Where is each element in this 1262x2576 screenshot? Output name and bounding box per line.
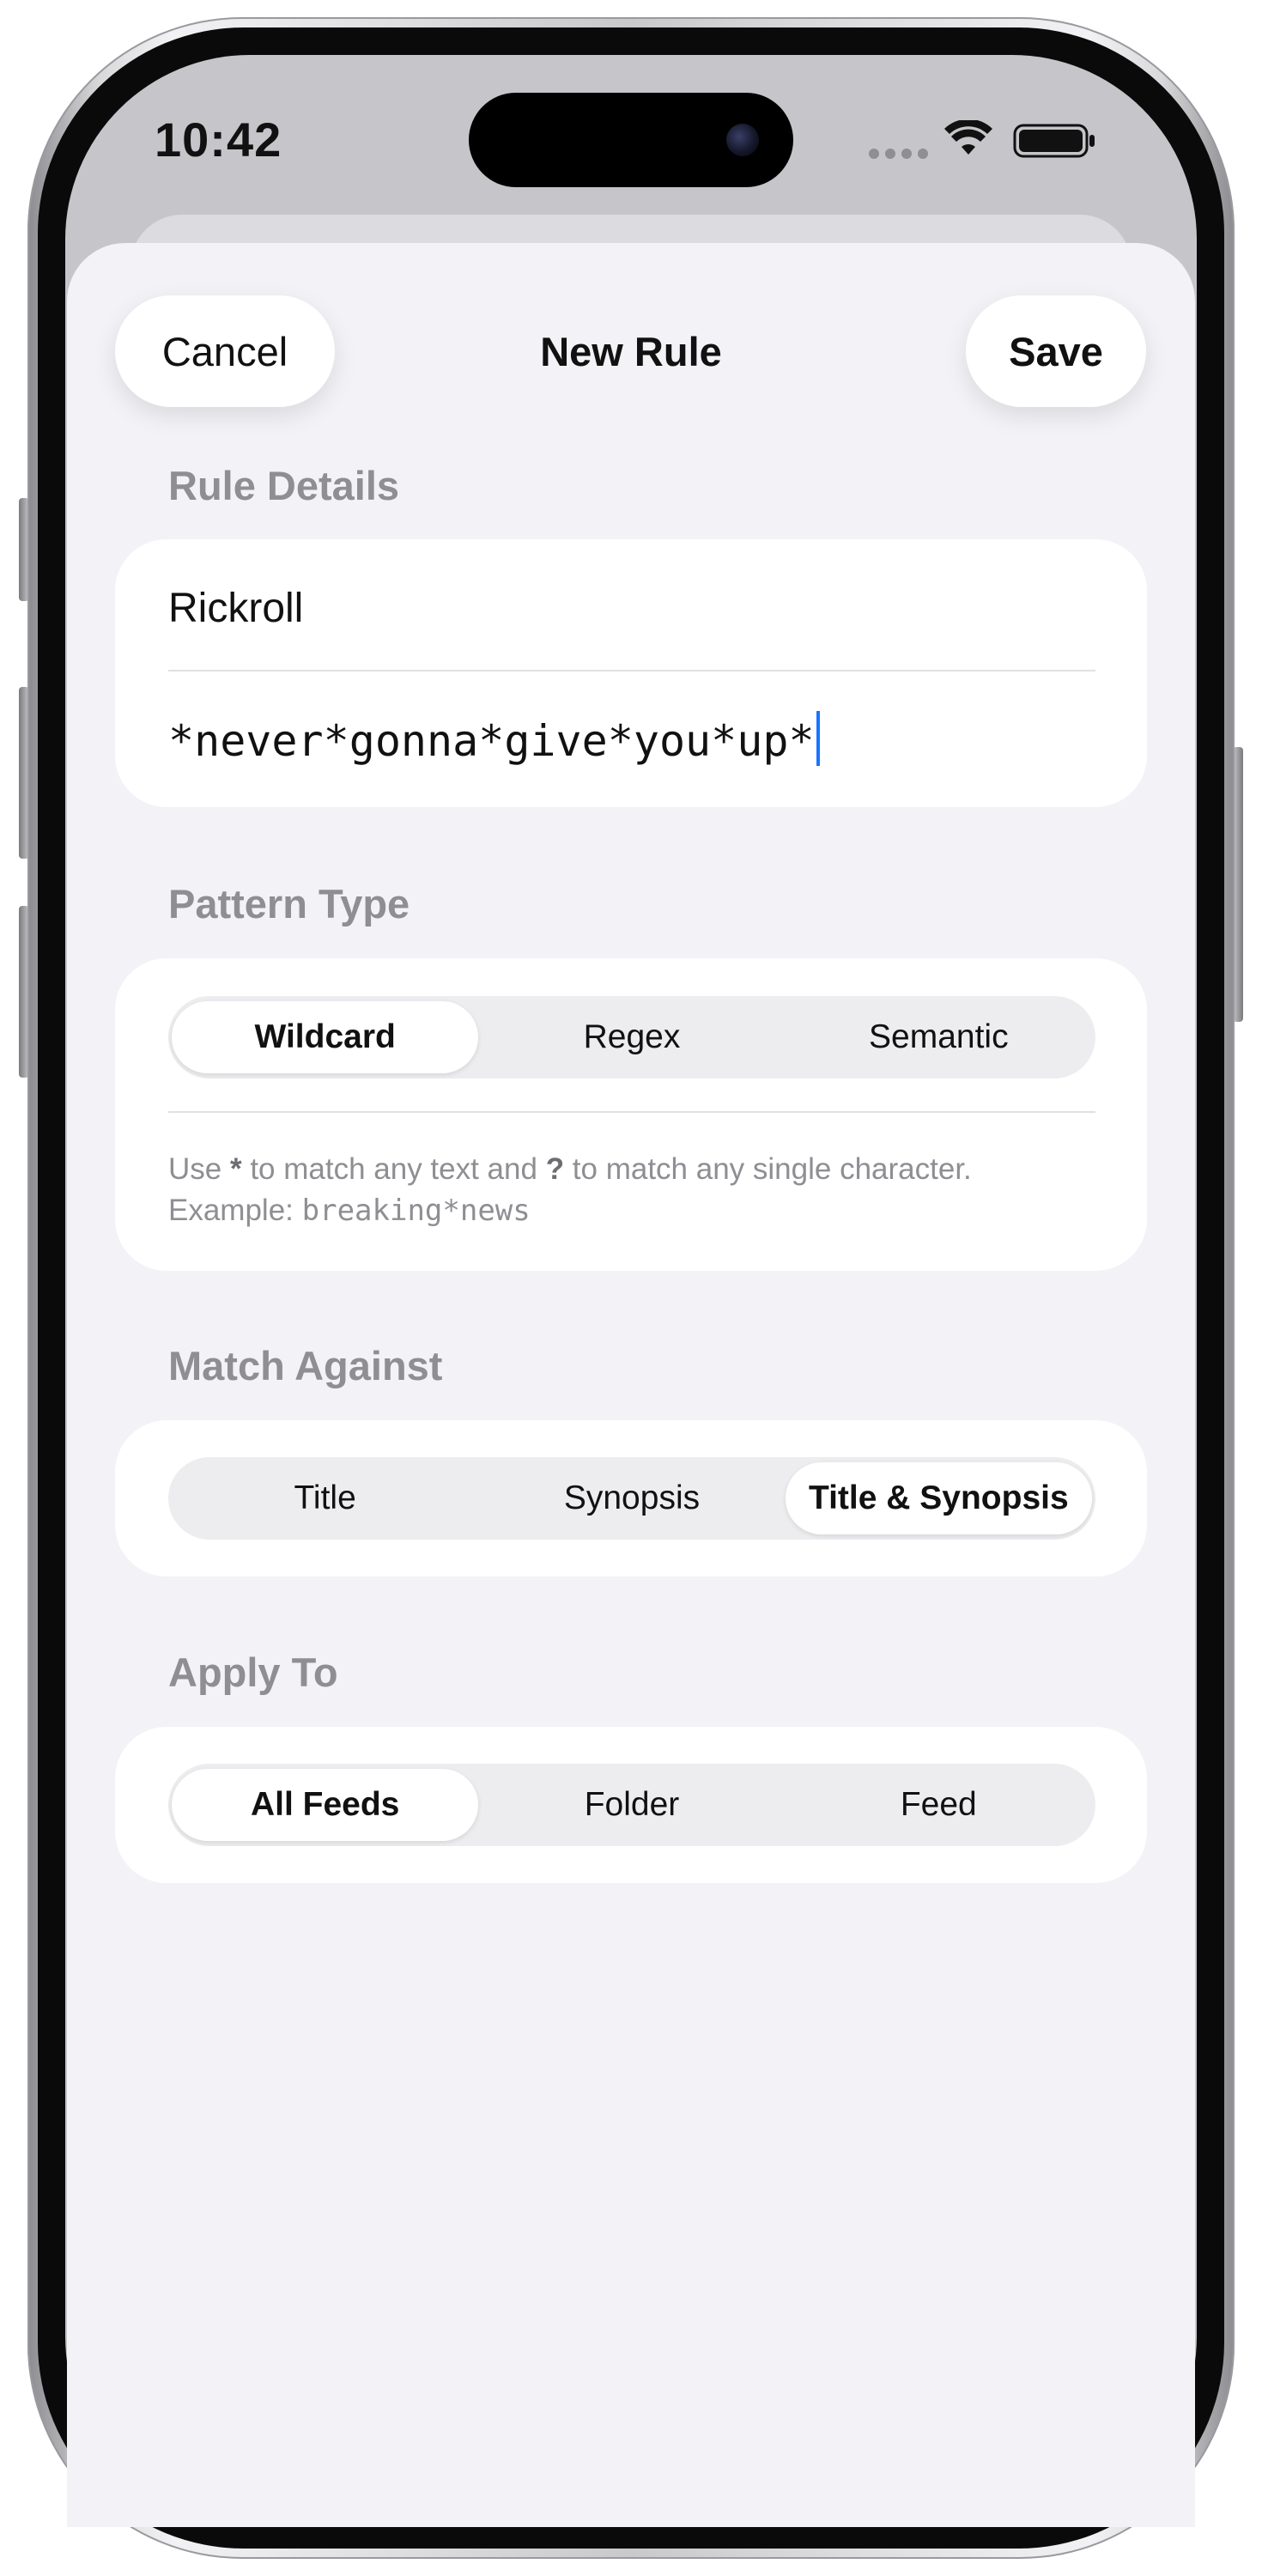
apply-to-segmented-control: All Feeds Folder Feed xyxy=(168,1764,1095,1846)
pattern-type-segmented-control: Wildcard Regex Semantic xyxy=(168,996,1095,1078)
hint-divider xyxy=(168,1111,1095,1113)
example-pattern: breaking*news xyxy=(301,1194,531,1228)
battery-icon xyxy=(1013,124,1095,158)
status-time: 10:42 xyxy=(155,112,282,167)
rule-name-field[interactable]: Rickroll xyxy=(168,580,1095,637)
segment-folder[interactable]: Folder xyxy=(478,1769,785,1841)
rule-details-card: Rickroll *never*gonna*give*you*up* xyxy=(115,539,1147,807)
match-against-segmented-control: Title Synopsis Title & Synopsis xyxy=(168,1457,1095,1540)
wifi-icon xyxy=(944,120,992,155)
field-divider xyxy=(168,670,1095,671)
match-against-card: Title Synopsis Title & Synopsis xyxy=(115,1420,1147,1577)
pattern-hint-text: Use * to match any text and ? to match a… xyxy=(168,1152,972,1228)
segment-semantic[interactable]: Semantic xyxy=(786,1001,1092,1073)
pattern-type-card: Wildcard Regex Semantic Use * to match a… xyxy=(115,958,1147,1271)
dynamic-island xyxy=(469,93,793,187)
segment-feed[interactable]: Feed xyxy=(786,1769,1092,1841)
match-against-header: Match Against xyxy=(168,1343,443,1388)
save-button[interactable]: Save xyxy=(966,295,1146,407)
segment-wildcard[interactable]: Wildcard xyxy=(172,1001,479,1073)
text-cursor xyxy=(816,711,820,766)
segment-regex[interactable]: Regex xyxy=(478,1001,785,1073)
front-camera-icon xyxy=(726,124,759,156)
rule-details-header: Rule Details xyxy=(168,463,400,508)
pattern-field[interactable]: *never*gonna*give*you*up* xyxy=(168,711,1095,768)
segment-title[interactable]: Title xyxy=(172,1462,478,1534)
segment-all-feeds[interactable]: All Feeds xyxy=(172,1769,479,1841)
rule-name-value: Rickroll xyxy=(168,586,304,631)
segment-synopsis[interactable]: Synopsis xyxy=(478,1462,785,1534)
pattern-type-header: Pattern Type xyxy=(168,881,410,927)
device-screenshot: 10:42 New Rule Cancel Save Rule Details … xyxy=(0,0,1262,2576)
segment-title-and-synopsis[interactable]: Title & Synopsis xyxy=(785,1462,1092,1534)
cancel-button[interactable]: Cancel xyxy=(115,295,335,407)
pattern-value: *never*gonna*give*you*up* xyxy=(168,716,815,766)
cellular-icon xyxy=(869,149,928,159)
apply-to-card: All Feeds Folder Feed xyxy=(115,1727,1147,1883)
apply-to-header: Apply To xyxy=(168,1649,338,1695)
